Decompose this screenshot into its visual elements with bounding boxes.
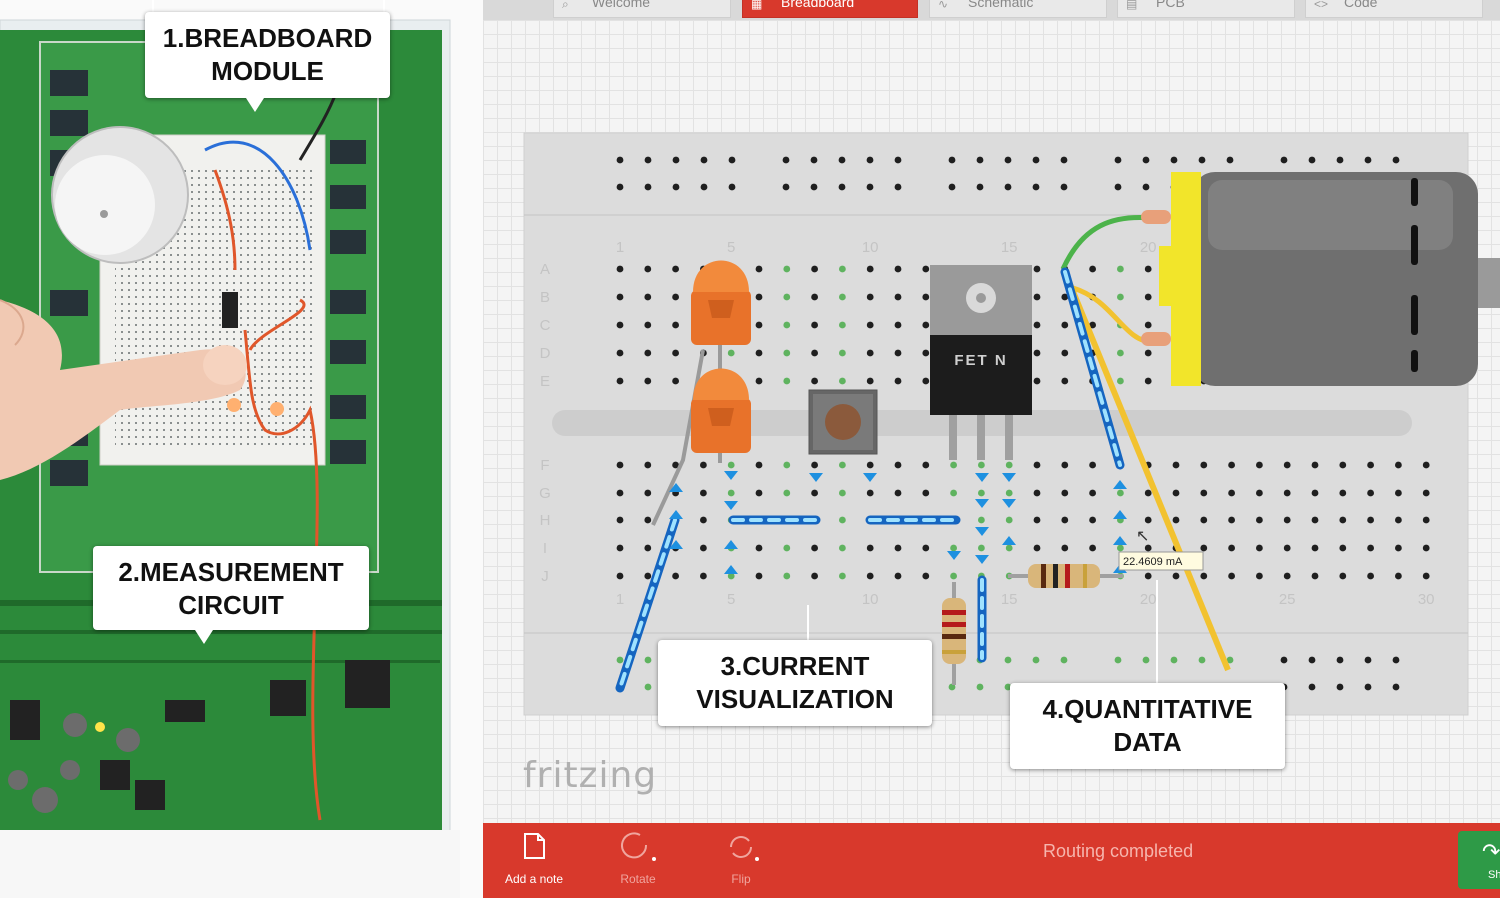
callout-2-line-2: CIRCUIT bbox=[178, 590, 284, 620]
hardware-photo-illustration bbox=[0, 0, 483, 898]
share-button[interactable]: ↷ Sh bbox=[1458, 831, 1500, 889]
column-number-top: 15 bbox=[1001, 239, 1018, 256]
callout-2-tail bbox=[195, 630, 213, 644]
pcb-icon: ▤ bbox=[1126, 0, 1138, 11]
breadboard-canvas[interactable]: 115510101515202025253030ABCDEFGHIJ bbox=[483, 20, 1500, 841]
row-letter: J bbox=[541, 568, 549, 585]
led-2[interactable] bbox=[691, 368, 751, 454]
callout-4-leader bbox=[1156, 580, 1158, 683]
view-tab-bar: ⌕ Welcome ▦ Breadboard ∿ Schematic ▤ PCB… bbox=[483, 0, 1500, 20]
current-readout-value: 22.4609 mA bbox=[1123, 556, 1183, 568]
column-number-bottom: 1 bbox=[616, 591, 624, 608]
fritzing-logo: fritzing bbox=[523, 755, 658, 796]
row-letter: I bbox=[543, 540, 547, 557]
tab-welcome[interactable]: ⌕ Welcome bbox=[553, 0, 731, 18]
callout-1-line-2: MODULE bbox=[211, 56, 324, 86]
dc-motor[interactable] bbox=[1141, 172, 1500, 386]
fritzing-window: ⌕ Welcome ▦ Breadboard ∿ Schematic ▤ PCB… bbox=[483, 0, 1500, 898]
rotate-label: Rotate bbox=[620, 872, 656, 886]
row-letter: G bbox=[539, 485, 551, 502]
column-number-bottom: 15 bbox=[1001, 591, 1018, 608]
row-letter: D bbox=[540, 345, 551, 362]
column-number-top: 10 bbox=[862, 239, 879, 256]
rotate-icon bbox=[621, 832, 656, 861]
callout-2-line-1: 2.MEASUREMENT bbox=[118, 557, 344, 587]
column-number-bottom: 20 bbox=[1140, 591, 1157, 608]
code-icon: <> bbox=[1314, 0, 1329, 11]
callout-quantitative-data: 4.QUANTITATIVE DATA bbox=[1010, 683, 1285, 769]
callout-measurement-circuit: 2.MEASUREMENT CIRCUIT bbox=[93, 546, 369, 630]
cursor-icon: ↖ bbox=[1136, 528, 1149, 545]
note-icon bbox=[524, 833, 545, 859]
row-letter: C bbox=[540, 317, 551, 334]
callout-1-leader-left bbox=[152, 0, 154, 12]
row-letter: B bbox=[540, 289, 550, 306]
tab-welcome-label: Welcome bbox=[592, 0, 651, 10]
tab-breadboard[interactable]: ▦ Breadboard bbox=[742, 0, 918, 18]
column-number-bottom: 30 bbox=[1418, 591, 1435, 608]
pushbutton[interactable] bbox=[808, 389, 878, 455]
rotate-button[interactable]: Rotate bbox=[593, 823, 683, 898]
callout-4-line-1: 4.QUANTITATIVE bbox=[1042, 694, 1253, 724]
callout-breadboard-module: 1.BREADBOARD MODULE bbox=[145, 12, 390, 98]
tab-code[interactable]: <> Code bbox=[1305, 0, 1483, 18]
row-letter: E bbox=[540, 373, 550, 390]
tab-pcb[interactable]: ▤ PCB bbox=[1117, 0, 1295, 18]
callout-1-tail bbox=[246, 98, 264, 112]
share-label: Sh bbox=[1488, 869, 1500, 881]
tab-schematic-label: Schematic bbox=[968, 0, 1034, 10]
callout-3-line-2: VISUALIZATION bbox=[696, 684, 894, 714]
flip-icon bbox=[730, 836, 759, 861]
share-icon: ↷ bbox=[1482, 839, 1500, 864]
bottom-toolbar: Add a note Rotate Flip Routing completed… bbox=[483, 823, 1500, 898]
callout-1-leader-right bbox=[383, 0, 385, 12]
column-number-bottom: 5 bbox=[727, 591, 735, 608]
row-letter: H bbox=[540, 512, 551, 529]
callout-3-leader bbox=[807, 605, 809, 640]
column-number-bottom: 10 bbox=[862, 591, 879, 608]
add-note-label: Add a note bbox=[504, 872, 564, 886]
tab-pcb-label: PCB bbox=[1156, 0, 1185, 10]
tab-schematic[interactable]: ∿ Schematic bbox=[929, 0, 1107, 18]
schematic-icon: ∿ bbox=[938, 0, 949, 11]
callout-1-line-1: 1.BREADBOARD bbox=[162, 23, 373, 53]
flip-label: Flip bbox=[731, 872, 751, 886]
add-note-button[interactable]: Add a note bbox=[489, 823, 579, 898]
column-number-bottom: 25 bbox=[1279, 591, 1296, 608]
column-number-top: 20 bbox=[1140, 239, 1157, 256]
row-letter: A bbox=[540, 261, 550, 278]
column-number-top: 1 bbox=[616, 239, 624, 256]
fet-label: FET N bbox=[954, 352, 1007, 369]
routing-status: Routing completed bbox=[1043, 841, 1194, 861]
tab-code-label: Code bbox=[1344, 0, 1378, 10]
tab-breadboard-label: Breadboard bbox=[781, 0, 855, 10]
breadboard-icon: ▦ bbox=[751, 0, 763, 11]
welcome-icon: ⌕ bbox=[562, 0, 569, 11]
callout-3-line-1: 3.CURRENT bbox=[720, 651, 870, 681]
breadboard-view: 115510101515202025253030ABCDEFGHIJ bbox=[523, 132, 1500, 716]
row-letter: F bbox=[540, 457, 549, 474]
callout-4-line-2: DATA bbox=[1113, 727, 1182, 757]
callout-current-visualization: 3.CURRENT VISUALIZATION bbox=[658, 640, 932, 726]
column-number-top: 5 bbox=[727, 239, 735, 256]
flip-button[interactable]: Flip bbox=[696, 823, 786, 898]
